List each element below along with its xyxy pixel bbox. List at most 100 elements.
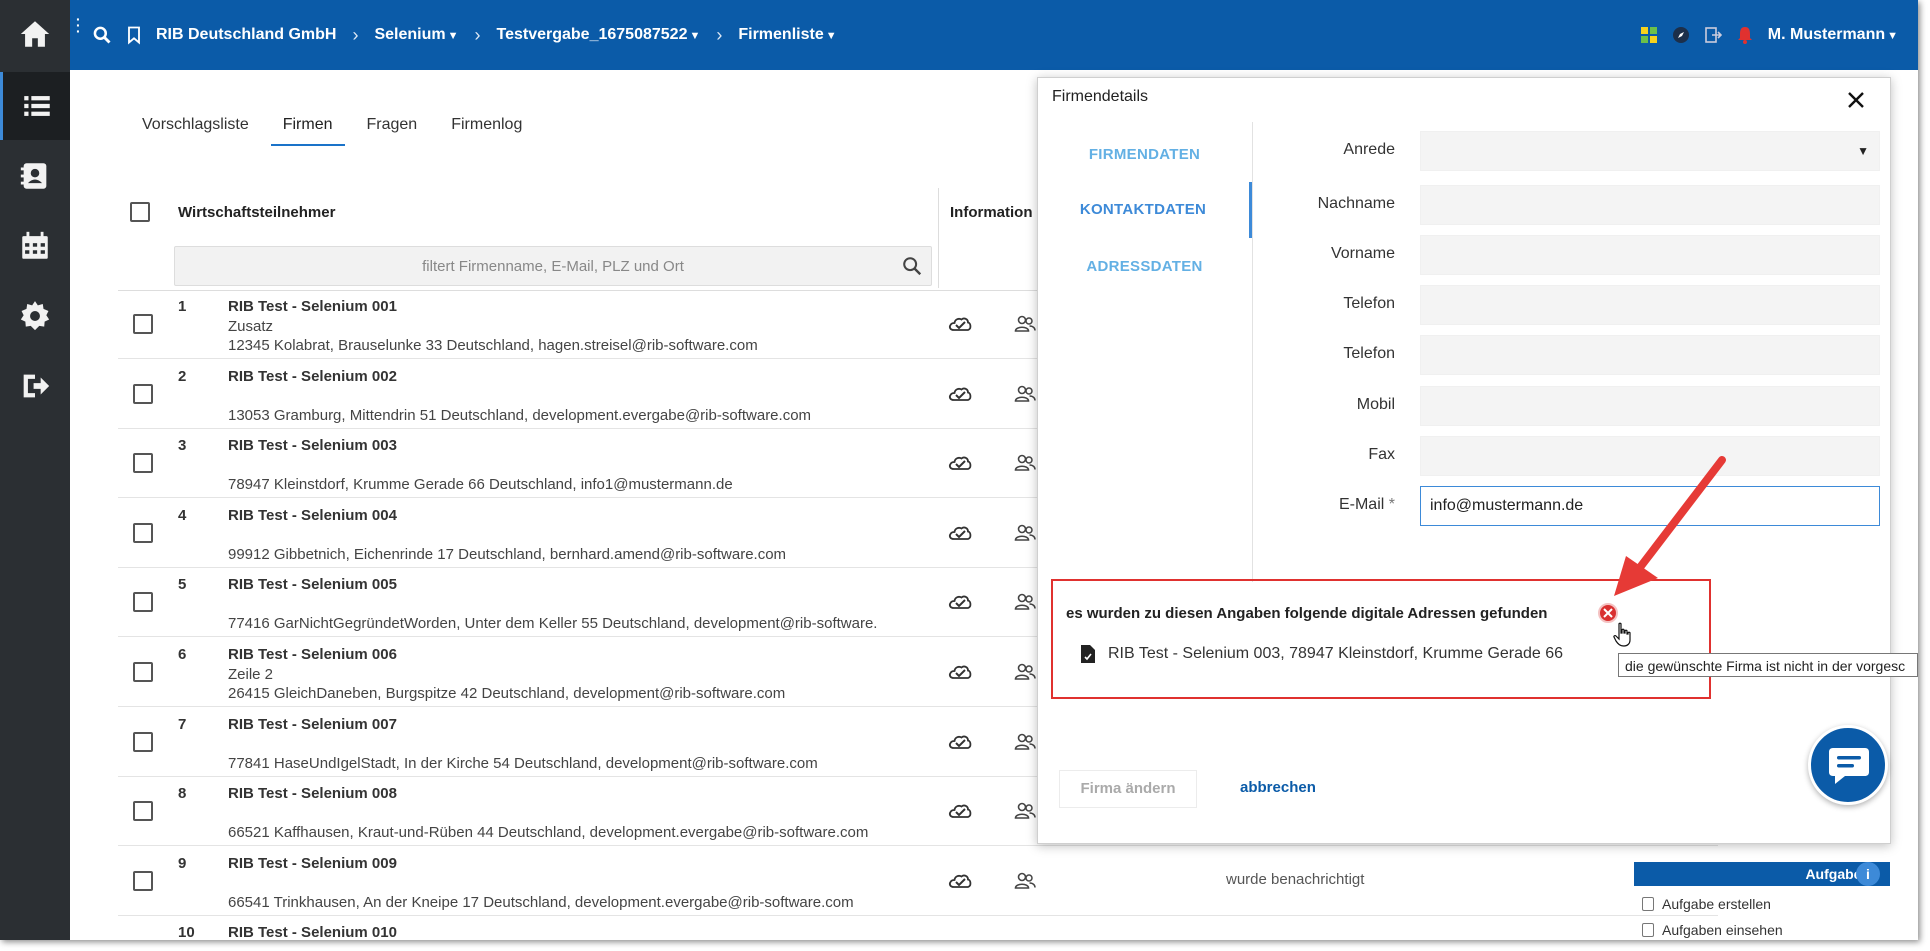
company-name[interactable]: RIB Test - Selenium 010 <box>228 924 397 940</box>
anrede-select[interactable]: ▼ <box>1420 131 1880 171</box>
nav-kontaktdaten[interactable]: KONTAKTDATEN <box>1037 182 1252 238</box>
company-name[interactable]: RIB Test - Selenium 005 <box>228 576 397 593</box>
company-name[interactable]: RIB Test - Selenium 009 <box>228 855 397 872</box>
nachname-field[interactable] <box>1420 185 1880 225</box>
dropdown-arrow-icon: ▼ <box>1857 144 1869 158</box>
close-icon[interactable] <box>1844 88 1868 112</box>
company-name[interactable]: RIB Test - Selenium 002 <box>228 368 397 385</box>
calendar-icon[interactable] <box>0 212 70 280</box>
tab-firmen[interactable]: Firmen <box>270 114 345 146</box>
company-name[interactable]: RIB Test - Selenium 001 <box>228 298 397 315</box>
row-checkbox[interactable] <box>133 314 153 334</box>
users-icon[interactable] <box>1014 384 1036 404</box>
users-icon[interactable] <box>1014 314 1036 334</box>
mobil-field[interactable] <box>1420 386 1880 426</box>
row-checkbox[interactable] <box>133 522 153 543</box>
task-view[interactable]: Aufgaben einsehen <box>1642 922 1783 938</box>
select-all-checkbox[interactable] <box>130 202 150 222</box>
users-icon[interactable] <box>1014 523 1036 543</box>
info-icon[interactable]: i <box>1856 862 1880 886</box>
more-vertical-icon[interactable]: · · · <box>76 12 81 38</box>
users-icon[interactable] <box>1014 453 1036 473</box>
company-address: 26415 GleichDaneben, Burgspitze 42 Deuts… <box>228 685 786 702</box>
cloud-check-icon[interactable] <box>948 592 972 612</box>
label-telefon-2: Telefon <box>1343 345 1395 362</box>
label-email: E-Mail * <box>1338 496 1395 513</box>
gear-icon[interactable] <box>0 282 70 350</box>
telefon-field-2[interactable] <box>1420 335 1880 375</box>
users-icon[interactable] <box>1014 732 1036 752</box>
company-name[interactable]: RIB Test - Selenium 004 <box>228 507 397 524</box>
cloud-check-icon[interactable] <box>948 453 972 473</box>
users-icon[interactable] <box>1014 592 1036 612</box>
home-icon[interactable] <box>0 0 70 68</box>
users-icon[interactable] <box>1014 801 1036 821</box>
search-icon[interactable] <box>92 25 112 45</box>
bookmark-icon[interactable] <box>124 25 144 45</box>
company-name[interactable]: RIB Test - Selenium 007 <box>228 716 397 733</box>
found-address-item[interactable]: RIB Test - Selenium 003, 78947 Kleinstdo… <box>1080 644 1563 664</box>
task-create[interactable]: Aufgabe erstellen <box>1642 896 1771 912</box>
tooltip: die gewünschte Firma ist nicht in der vo… <box>1618 653 1918 677</box>
telefon-field[interactable] <box>1420 285 1880 325</box>
tab-firmenlog[interactable]: Firmenlog <box>439 114 534 146</box>
top-bar: · · · RIB Deutschland GmbH › Selenium ▼ › T… <box>70 0 1918 70</box>
cloud-check-icon[interactable] <box>948 801 972 821</box>
company-address: 78947 Kleinstdorf, Krumme Gerade 66 Deut… <box>228 476 733 494</box>
cloud-check-icon[interactable] <box>948 662 972 682</box>
cancel-button[interactable]: abbrechen <box>1240 779 1316 796</box>
breadcrumb-testvergabe[interactable]: Testvergabe_1675087522 ▼ <box>497 26 701 44</box>
dismiss-circle-icon[interactable] <box>1598 603 1618 623</box>
breadcrumb-selenium[interactable]: Selenium ▼ <box>374 26 458 44</box>
list-icon[interactable] <box>0 72 70 140</box>
cloud-check-icon[interactable] <box>948 871 972 891</box>
user-menu[interactable]: M. Mustermann ▼ <box>1768 26 1898 44</box>
nav-firmendaten[interactable]: FIRMENDATEN <box>1037 146 1252 163</box>
company-name[interactable]: RIB Test - Selenium 008 <box>228 785 397 802</box>
row-checkbox[interactable] <box>133 453 153 474</box>
tasks-header[interactable]: Aufgaben <box>1634 862 1890 886</box>
row-checkbox[interactable] <box>133 870 153 891</box>
breadcrumb-separator-icon: › <box>352 24 359 45</box>
tab-fragen[interactable]: Fragen <box>355 114 430 146</box>
nav-adressdaten[interactable]: ADRESSDATEN <box>1037 258 1252 275</box>
search-icon[interactable] <box>901 255 923 277</box>
company-name[interactable]: RIB Test - Selenium 003 <box>228 437 397 454</box>
breadcrumb-firmenliste[interactable]: Firmenliste ▼ <box>738 26 836 44</box>
row-checkbox[interactable] <box>133 731 153 752</box>
cloud-check-icon[interactable] <box>948 523 972 543</box>
export-icon[interactable] <box>1704 26 1722 44</box>
row-checkbox[interactable] <box>133 383 153 404</box>
cloud-check-icon[interactable] <box>948 314 972 334</box>
company-details-dialog: Firmendetails FIRMENDATEN KONTAKTDATEN A… <box>1037 77 1891 844</box>
users-icon[interactable] <box>1014 662 1036 682</box>
table-row[interactable]: 10 RIB Test - Selenium 010 <box>118 916 1718 940</box>
filter-input[interactable]: filtert Firmenname, E-Mail, PLZ und Ort <box>174 246 932 286</box>
company-name[interactable]: RIB Test - Selenium 006 <box>228 646 397 663</box>
cloud-check-icon[interactable] <box>948 384 972 404</box>
row-checkbox[interactable] <box>133 801 153 822</box>
dialog-title: Firmendetails <box>1052 88 1149 105</box>
vorname-field[interactable] <box>1420 235 1880 275</box>
row-checkbox[interactable] <box>133 662 153 682</box>
logout-icon[interactable] <box>0 352 70 420</box>
company-extra: Zeile 2 <box>228 666 274 683</box>
company-address: 66541 Trinkhausen, An der Kneipe 17 Deut… <box>228 893 854 911</box>
label-mobil: Mobil <box>1356 396 1395 413</box>
row-checkbox[interactable] <box>133 592 153 613</box>
column-header-company[interactable]: Wirtschaftsteilnehmer <box>178 204 335 221</box>
table-row[interactable]: 9 RIB Test - Selenium 009 66541 Trinkhause… <box>118 847 1718 916</box>
contacts-icon[interactable] <box>0 142 70 210</box>
red-arrow-annotation <box>1614 456 1726 596</box>
row-number: 7 <box>178 715 187 733</box>
compass-icon[interactable] <box>1672 26 1690 44</box>
tab-vorschlagsliste[interactable]: Vorschlagsliste <box>130 114 261 146</box>
bell-icon[interactable] <box>1736 26 1754 44</box>
apps-icon[interactable] <box>1640 26 1658 44</box>
cloud-check-icon[interactable] <box>948 732 972 752</box>
users-icon[interactable] <box>1014 871 1036 891</box>
chat-button[interactable] <box>1808 725 1888 805</box>
change-company-button[interactable]: Firma ändern <box>1059 770 1197 808</box>
column-header-info[interactable]: Information <box>950 204 1033 221</box>
breadcrumb-org[interactable]: RIB Deutschland GmbH <box>156 26 336 44</box>
